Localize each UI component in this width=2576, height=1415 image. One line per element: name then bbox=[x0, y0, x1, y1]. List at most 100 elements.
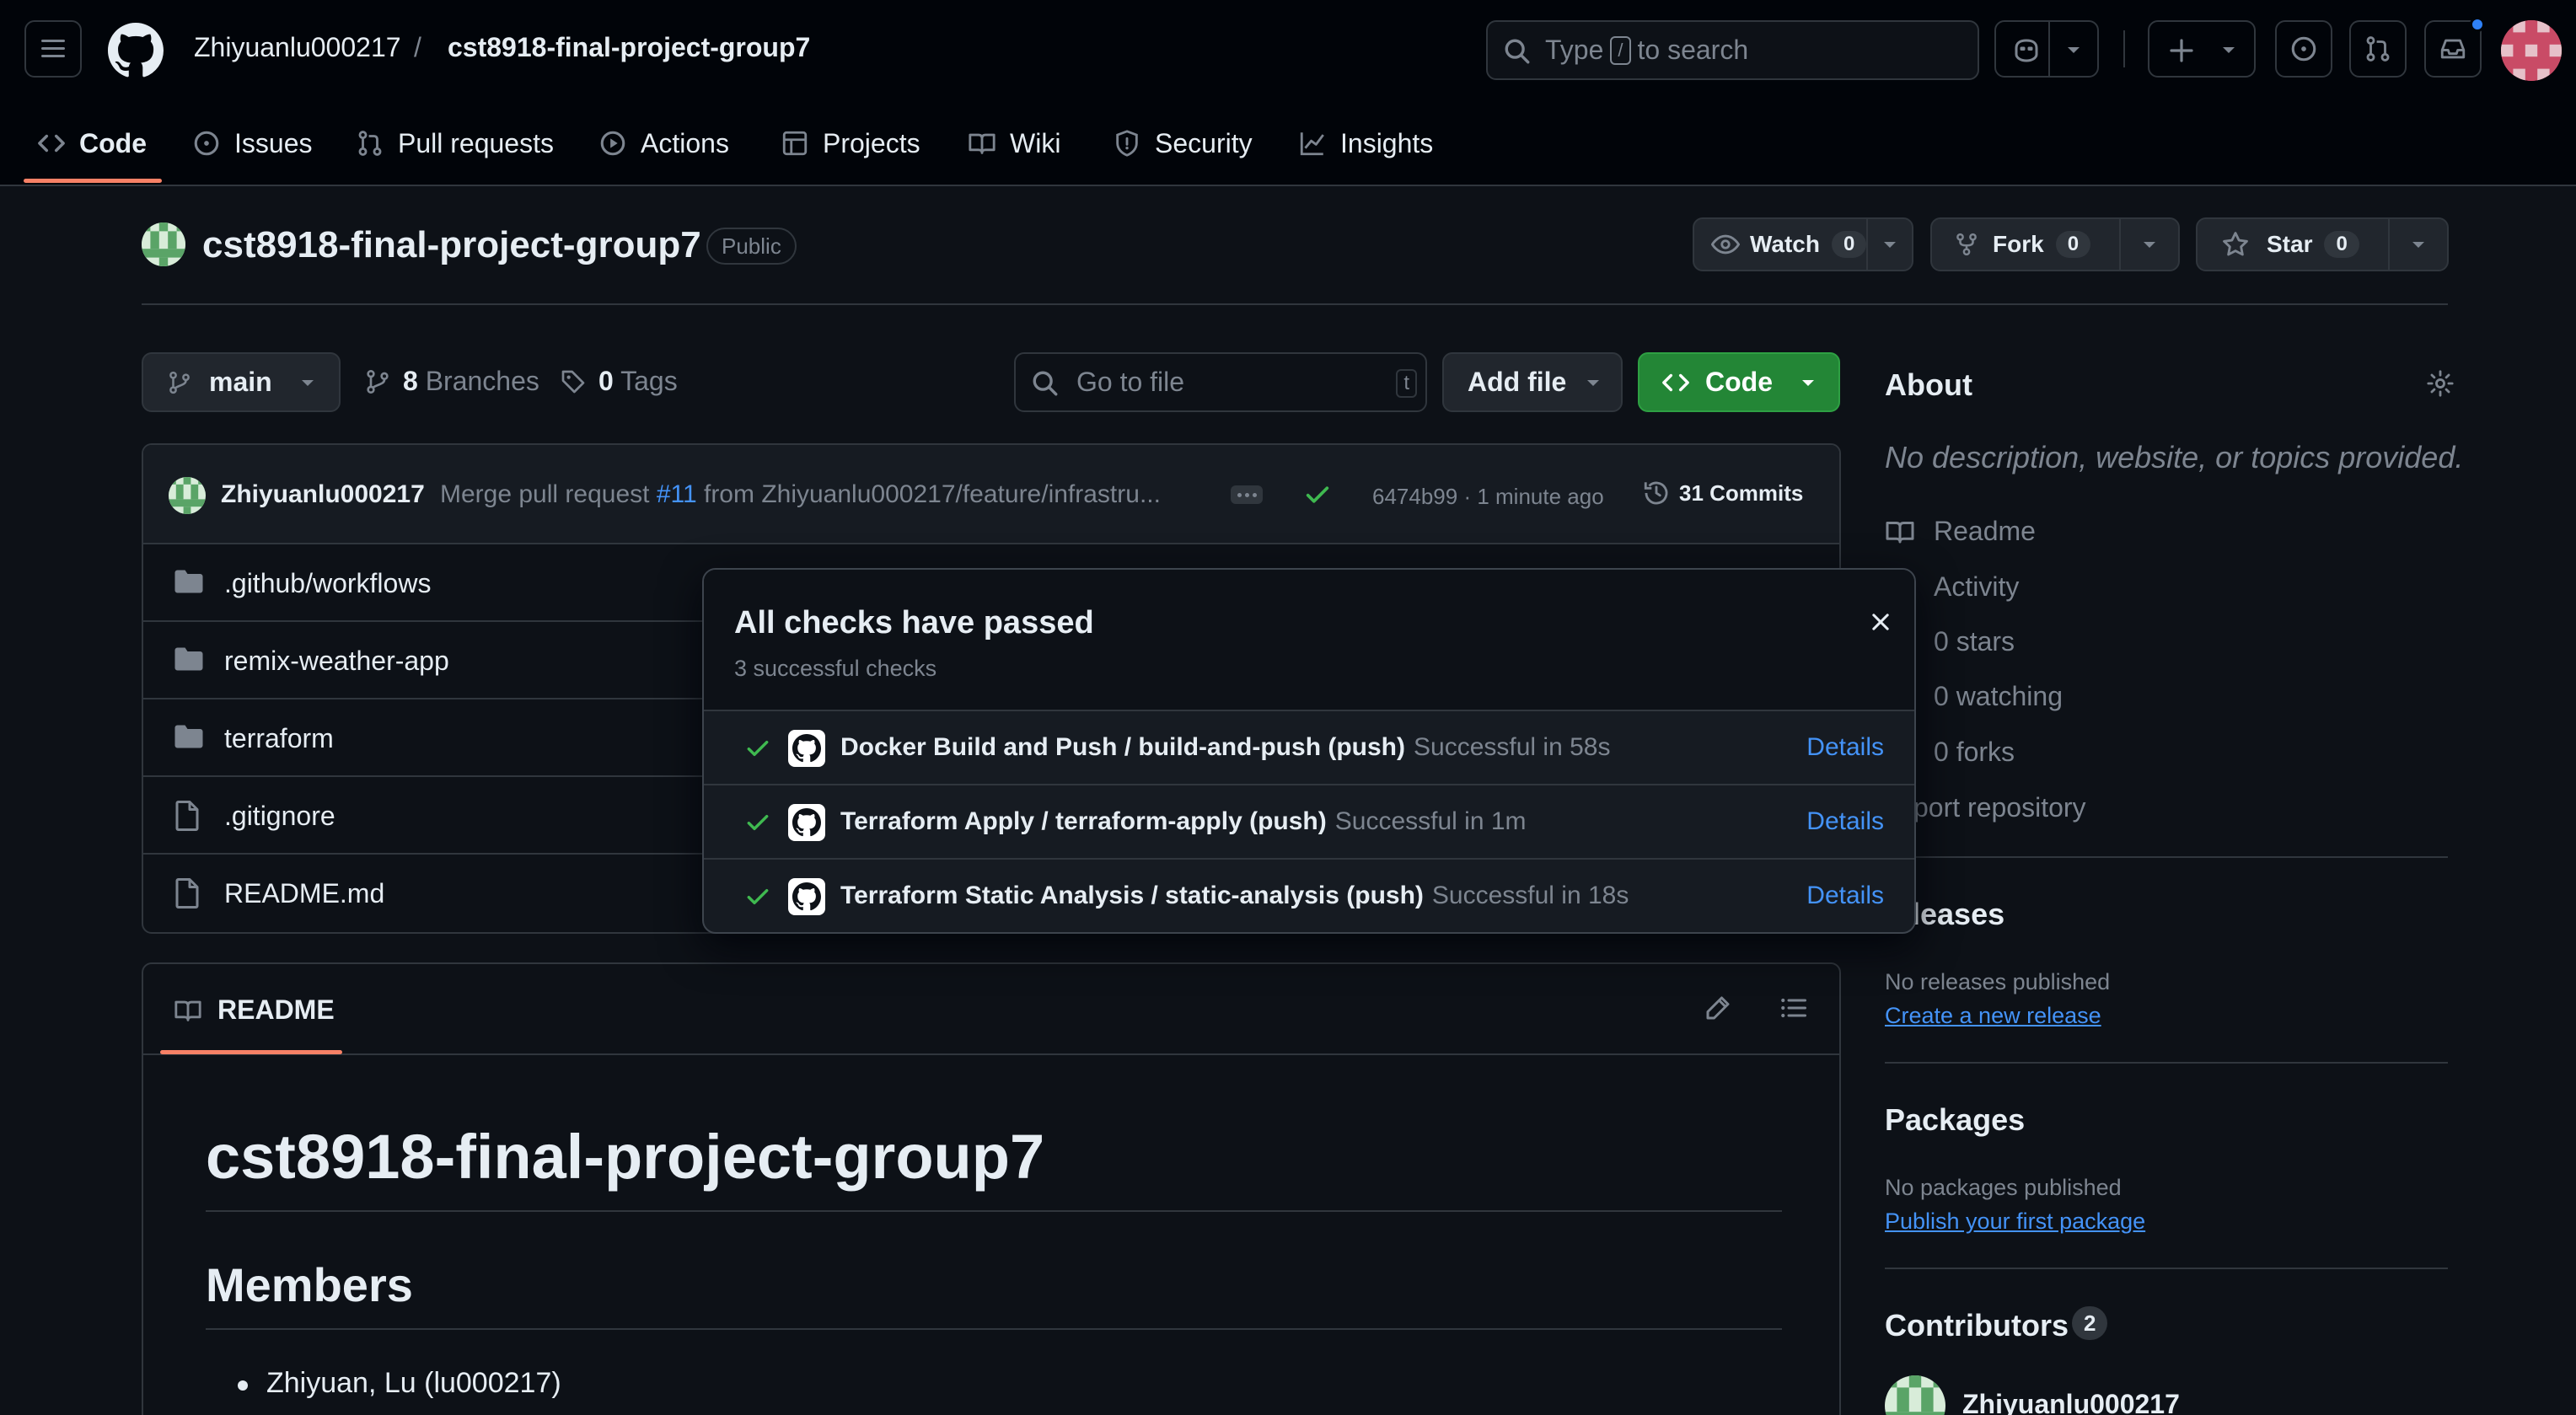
tab-issues[interactable]: Issues bbox=[192, 118, 312, 169]
shield-icon bbox=[1116, 130, 1138, 157]
fork-button[interactable]: Fork 0 bbox=[1930, 217, 2180, 271]
search-shortcut-key: / bbox=[1610, 35, 1631, 65]
fork-dropdown[interactable] bbox=[2119, 219, 2178, 270]
create-release-link[interactable]: Create a new release bbox=[1885, 1003, 2101, 1029]
github-logo-icon[interactable] bbox=[108, 23, 164, 78]
active-tab-indicator bbox=[24, 179, 162, 183]
go-to-file-shortcut: t bbox=[1396, 369, 1417, 398]
identicon-icon bbox=[169, 477, 206, 514]
commit-hash-time[interactable]: 6474b99 · 1 minute ago bbox=[1372, 484, 1604, 510]
check-icon[interactable] bbox=[1303, 480, 1332, 509]
check-details-link[interactable]: Details bbox=[1806, 733, 1884, 762]
releases-heading[interactable]: leases bbox=[1912, 897, 2004, 932]
file-name[interactable]: .gitignore bbox=[224, 801, 335, 832]
tab-wiki[interactable]: Wiki bbox=[968, 118, 1060, 169]
watch-dropdown[interactable] bbox=[1866, 219, 1912, 270]
chevron-down-icon bbox=[2223, 47, 2235, 53]
user-avatar[interactable] bbox=[2501, 20, 2562, 81]
check-row: Terraform Static Analysis / static-analy… bbox=[704, 860, 1914, 932]
identicon-icon bbox=[142, 222, 185, 266]
github-actions-icon bbox=[788, 804, 825, 841]
pull-requests-header-button[interactable] bbox=[2349, 20, 2407, 78]
hamburger-menu-button[interactable] bbox=[24, 20, 82, 78]
repo-owner-avatar[interactable] bbox=[142, 222, 185, 266]
forks-link-label: 0 forks bbox=[1934, 737, 2015, 767]
watch-button[interactable]: Watch 0 bbox=[1693, 217, 1913, 271]
check-details-link[interactable]: Details bbox=[1806, 807, 1884, 836]
branches-link[interactable]: 8 Branches bbox=[364, 366, 539, 397]
packages-heading[interactable]: Packages bbox=[1885, 1102, 2025, 1138]
close-popover-button[interactable] bbox=[1864, 605, 1897, 639]
check-status: Successful in 1m bbox=[1334, 807, 1527, 835]
commit-pr-link[interactable]: #11 bbox=[657, 480, 697, 508]
add-file-label: Add file bbox=[1468, 367, 1567, 397]
contributor-avatar[interactable] bbox=[1885, 1375, 1945, 1415]
breadcrumb-repo[interactable]: cst8918-final-project-group7 bbox=[448, 32, 810, 63]
commit-author[interactable]: Zhiyuanlu000217 bbox=[221, 480, 425, 509]
pencil-icon[interactable] bbox=[1703, 993, 1733, 1023]
check-name: Terraform Static Analysis / static-analy… bbox=[840, 882, 1629, 910]
tags-link[interactable]: 0 Tags bbox=[560, 366, 678, 397]
about-heading: About bbox=[1885, 367, 1972, 402]
readme-list-item: Zhiyuan, Lu (lu000217) bbox=[266, 1367, 561, 1399]
list-outline-icon[interactable] bbox=[1779, 993, 1809, 1023]
commit-message-suffix: from Zhiyuanlu000217/feature/infrastru..… bbox=[703, 480, 1161, 508]
gear-icon[interactable] bbox=[2426, 369, 2455, 398]
tab-label: Projects bbox=[823, 127, 920, 158]
code-icon bbox=[38, 134, 65, 153]
search-icon bbox=[1505, 39, 1530, 64]
tag-icon bbox=[561, 370, 585, 393]
readme-heading-2: Members bbox=[206, 1258, 413, 1311]
issues-header-button[interactable] bbox=[2275, 20, 2332, 78]
global-search-input[interactable]: Type / to search bbox=[1486, 20, 1979, 80]
check-icon bbox=[747, 888, 769, 905]
check-row: Terraform Apply / terraform-apply (push)… bbox=[704, 785, 1914, 860]
book-icon bbox=[969, 133, 996, 154]
branches-label: Branches bbox=[425, 366, 539, 396]
chevron-down-icon bbox=[1587, 379, 1600, 386]
file-name[interactable]: README.md bbox=[224, 878, 384, 909]
search-placeholder-suffix: to search bbox=[1637, 35, 1749, 65]
commit-message[interactable]: Merge pull request #11 from Zhiyuanlu000… bbox=[440, 480, 1161, 509]
publish-package-link[interactable]: Publish your first package bbox=[1885, 1209, 2145, 1235]
branch-selector-button[interactable]: main bbox=[142, 352, 341, 412]
table-icon bbox=[782, 131, 808, 156]
create-new-button[interactable] bbox=[2148, 20, 2256, 78]
stars-link-label: 0 stars bbox=[1934, 626, 2015, 657]
search-placeholder-prefix: Type bbox=[1545, 35, 1604, 65]
file-name[interactable]: terraform bbox=[224, 723, 334, 754]
report-repository-link[interactable]: port repository bbox=[1913, 792, 2086, 823]
checks-popover-header: All checks have passed 3 successful chec… bbox=[704, 570, 1914, 711]
plus-icon bbox=[2170, 39, 2193, 62]
add-file-button[interactable]: Add file bbox=[1442, 352, 1623, 412]
tab-pull-requests[interactable]: Pull requests bbox=[356, 118, 554, 169]
commit-author-avatar[interactable] bbox=[169, 477, 206, 514]
repo-title[interactable]: cst8918-final-project-group7 bbox=[202, 224, 701, 266]
file-name[interactable]: remix-weather-app bbox=[224, 646, 449, 677]
copilot-button[interactable] bbox=[1994, 20, 2099, 78]
expand-commit-message-button[interactable] bbox=[1231, 485, 1263, 504]
tab-security[interactable]: Security bbox=[1113, 118, 1253, 169]
global-header: Zhiyuanlu000217 / cst8918-final-project-… bbox=[0, 0, 2576, 186]
readme-tab[interactable]: README bbox=[174, 994, 335, 1026]
contributor-name[interactable]: Zhiyuanlu000217 bbox=[1962, 1389, 2180, 1415]
file-name[interactable]: .github/workflows bbox=[224, 568, 431, 599]
contributors-heading[interactable]: Contributors bbox=[1885, 1308, 2069, 1343]
star-dropdown[interactable] bbox=[2388, 219, 2447, 270]
go-to-file-input[interactable]: Go to file t bbox=[1014, 352, 1427, 412]
readme-link[interactable]: Readme bbox=[1885, 516, 2036, 547]
chevron-down-icon bbox=[2068, 47, 2080, 53]
watch-count: 0 bbox=[1831, 231, 1867, 258]
tab-insights[interactable]: Insights bbox=[1298, 118, 1433, 169]
star-button[interactable]: Star 0 bbox=[2196, 217, 2449, 271]
tab-actions[interactable]: Actions bbox=[598, 118, 729, 169]
check-name: Terraform Apply / terraform-apply (push)… bbox=[840, 807, 1527, 836]
title-divider bbox=[142, 303, 2448, 305]
commits-history-link[interactable]: 31 Commits bbox=[1642, 479, 1803, 507]
breadcrumb-owner[interactable]: Zhiyuanlu000217 bbox=[194, 32, 401, 63]
code-download-button[interactable]: Code bbox=[1638, 352, 1840, 412]
tab-label: Code bbox=[79, 127, 147, 158]
check-details-link[interactable]: Details bbox=[1806, 882, 1884, 910]
tab-code[interactable]: Code bbox=[37, 118, 147, 169]
tab-projects[interactable]: Projects bbox=[781, 118, 920, 169]
